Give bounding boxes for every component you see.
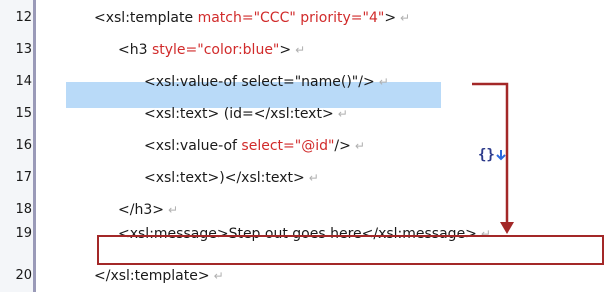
- line-number: 14: [15, 74, 32, 89]
- attr-name: select=: [241, 138, 295, 154]
- line-number: 12: [15, 10, 32, 25]
- code-text: <xsl:value-of select="name()"/> ↵: [144, 66, 389, 98]
- attr-value: "4": [362, 10, 385, 26]
- newline-icon: ↵: [337, 107, 348, 121]
- attr-name: match=: [197, 10, 254, 26]
- line-number: 15: [15, 106, 32, 121]
- newline-icon: ↵: [213, 269, 224, 283]
- code-line-13[interactable]: 13 <h3 style="color:blue"> ↵: [0, 34, 608, 66]
- code-text: <h3 style="color:blue"> ↵: [118, 34, 305, 66]
- newline-icon: ↵: [167, 203, 179, 217]
- attr-value: "CCC": [253, 10, 296, 26]
- code-text: <xsl:value-of select="@id"/> ↵: [144, 130, 365, 162]
- line-number: 13: [15, 42, 32, 57]
- attr-value: "color:blue": [197, 42, 280, 58]
- tag-close: >: [384, 10, 397, 26]
- newline-icon: ↵: [354, 139, 365, 153]
- xml-code-editor[interactable]: 12 <xsl:template match="CCC" priority="4…: [0, 0, 608, 292]
- tag-text: <xsl:text> (id=</xsl:text>: [144, 106, 334, 122]
- step-out-target-box: [97, 235, 604, 265]
- line-number: 20: [15, 268, 32, 283]
- code-line-14[interactable]: 14 <xsl:value-of select="name()"/> ↵: [0, 66, 608, 98]
- newline-icon: ↵: [308, 171, 319, 185]
- line-number: 16: [15, 138, 32, 153]
- attr-value: "@id": [294, 138, 335, 154]
- line-number: 17: [15, 170, 32, 185]
- tag-text: <xsl:text>)</xsl:text>: [144, 170, 305, 186]
- newline-icon: ↵: [295, 43, 306, 57]
- code-text: <xsl:template match="CCC" priority="4"> ↵: [94, 2, 410, 34]
- tag-close: >: [279, 42, 292, 58]
- code-line-15[interactable]: 15 <xsl:text> (id=</xsl:text> ↵: [0, 98, 608, 130]
- step-arrow-icon: [496, 150, 506, 161]
- code-line-12[interactable]: 12 <xsl:template match="CCC" priority="4…: [0, 2, 608, 34]
- attr-name: priority=: [295, 10, 363, 26]
- step-out-braces: {}: [478, 147, 495, 163]
- tag-close-h3: </h3>: [118, 202, 164, 218]
- newline-icon: ↵: [378, 75, 389, 89]
- step-out-icon: {}: [478, 147, 518, 169]
- tag-value-of: <xsl:value-of select="name()"/>: [144, 74, 375, 90]
- tag-open: <xsl:template: [94, 10, 198, 26]
- tag-close: />: [334, 138, 351, 154]
- attr-name: style=: [151, 42, 198, 58]
- newline-icon: ↵: [400, 11, 411, 25]
- tag-close-template: </xsl:template>: [94, 268, 210, 284]
- tag-open: <xsl:value-of: [144, 138, 242, 154]
- line-number: 19: [15, 226, 32, 241]
- code-text: <xsl:text>)</xsl:text> ↵: [144, 162, 319, 194]
- code-text: <xsl:text> (id=</xsl:text> ↵: [144, 98, 348, 130]
- tag-open: <h3: [118, 42, 152, 58]
